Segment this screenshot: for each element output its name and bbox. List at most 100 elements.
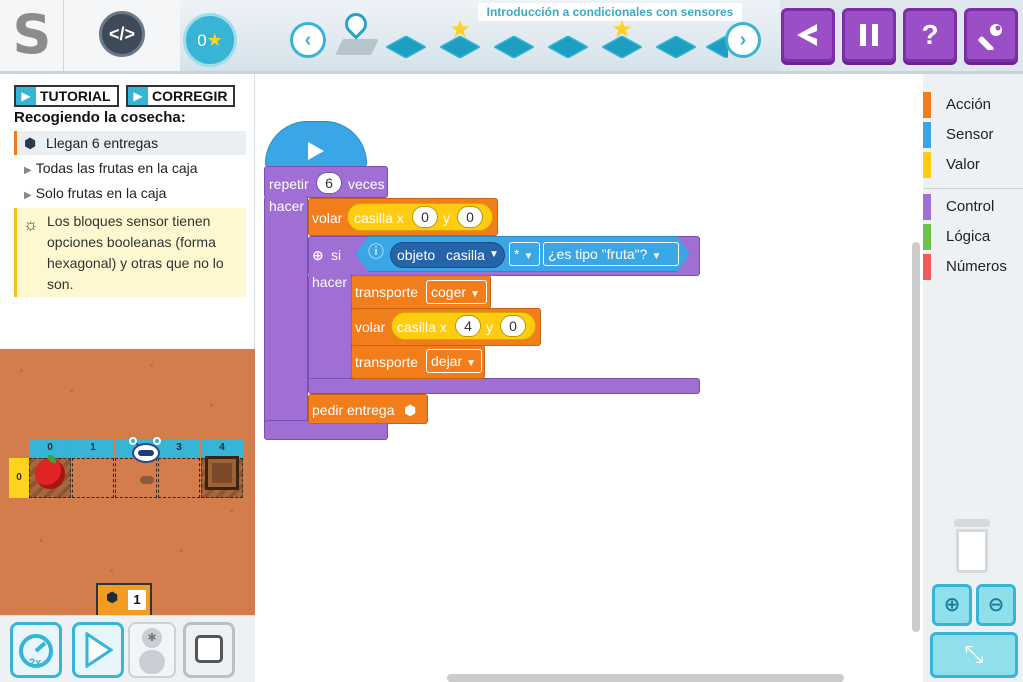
sensor-cell-label: casilla	[446, 247, 485, 263]
logo: S	[12, 3, 52, 66]
level-node-star[interactable]: ★	[600, 16, 644, 58]
repeat-label: repetir	[269, 176, 309, 192]
play-icon	[308, 142, 324, 160]
y-field[interactable]: 0	[500, 315, 526, 337]
transport-action-dropdown[interactable]: coger ▼	[426, 280, 487, 304]
repeat-count-field[interactable]: 6	[316, 172, 342, 194]
zoom-out-button[interactable]: ⊖	[976, 584, 1016, 626]
run-controls: 2x ✱	[0, 615, 255, 682]
repeat-suffix: veces	[348, 176, 385, 192]
category-logica[interactable]: Lógica	[923, 223, 990, 251]
sensor-object-label: objeto	[397, 247, 436, 263]
hint-box: ☼ Los bloques sensor tienen opciones boo…	[14, 208, 246, 297]
cell-label: casilla x	[354, 210, 404, 226]
delivery-box-icon: ⬢	[404, 402, 417, 418]
check-icon: ▶	[128, 87, 148, 105]
back-button[interactable]	[781, 8, 835, 62]
help-button[interactable]: ?	[903, 8, 957, 62]
tutorial-button[interactable]: ▶ TUTORIAL	[14, 85, 119, 107]
prev-level-button[interactable]: ‹	[290, 22, 326, 58]
pause-button[interactable]	[842, 8, 896, 62]
stars-count: 0	[197, 31, 207, 50]
vertical-scrollbar[interactable]	[912, 242, 920, 632]
view-code-button[interactable]: </>	[99, 11, 145, 57]
if-label: si	[331, 247, 342, 263]
goal-title: Recogiendo la cosecha:	[14, 109, 186, 126]
category-sensor[interactable]: Sensor	[923, 121, 994, 149]
play-icon	[85, 631, 114, 669]
fly-label: volar	[355, 319, 386, 335]
drone-robot-icon	[129, 437, 163, 469]
request-label: pedir entrega	[312, 402, 395, 418]
trash-icon[interactable]	[951, 519, 993, 575]
cell-label: casilla x	[397, 319, 447, 335]
category-accion[interactable]: Acción	[923, 91, 991, 119]
lightbulb-icon: ☼	[23, 215, 39, 234]
palette-divider	[923, 188, 1023, 189]
bug-icon: ✱	[142, 628, 162, 648]
delivery-box-icon: ⬢	[106, 589, 119, 605]
collapse-arrows-icon: ⤡	[964, 641, 984, 668]
type-dropdown[interactable]: ¿es tipo "fruta"? ▼	[543, 242, 679, 266]
zoom-out-icon: ⊖	[987, 594, 1005, 616]
star-icon: ★	[611, 16, 633, 43]
next-level-button[interactable]: ›	[725, 22, 761, 58]
level-node[interactable]	[654, 36, 698, 58]
horizontal-scrollbar[interactable]	[447, 674, 844, 682]
level-node[interactable]	[384, 36, 428, 58]
corregir-button[interactable]: ▶ CORREGIR	[126, 85, 236, 107]
repeat-block-arm	[264, 196, 308, 426]
x-field[interactable]: 4	[455, 315, 481, 337]
delivery-box-icon: ⬢	[24, 135, 37, 151]
level-node[interactable]	[546, 36, 590, 58]
zoom-in-button[interactable]: ⊕	[932, 584, 972, 626]
any-dropdown[interactable]: * ▼	[509, 242, 540, 266]
settings-button[interactable]	[964, 8, 1018, 62]
grid-cell	[158, 458, 200, 498]
tutorial-label: TUTORIAL	[40, 88, 111, 104]
do-label: hacer	[269, 198, 305, 214]
hint-text: Los bloques sensor tienen opciones boole…	[47, 213, 224, 292]
y-field[interactable]: 0	[457, 206, 483, 228]
zoom-in-icon: ⊕	[943, 594, 961, 616]
goal-item[interactable]: ⬢ Llegan 6 entregas	[14, 131, 246, 155]
speed-button[interactable]: 2x	[10, 622, 62, 678]
level-node[interactable]	[492, 36, 536, 58]
goal-item[interactable]: ▶ Todas las frutas en la caja	[14, 156, 246, 180]
pause-icon	[860, 24, 878, 46]
speed-label: 2x	[29, 657, 42, 669]
sensor-question-icon: ⓘ	[368, 244, 385, 261]
logo-area: S	[0, 0, 64, 71]
transport-label: transporte	[355, 354, 419, 370]
stars-counter: 0★	[183, 13, 237, 67]
x-field[interactable]: 0	[412, 206, 438, 228]
corregir-label: CORREGIR	[152, 88, 228, 104]
chevron-down-icon: ▼	[470, 289, 480, 300]
current-level-pin-icon[interactable]	[335, 8, 379, 59]
goal-item[interactable]: ▶ Solo frutas en la caja	[14, 181, 246, 205]
column-label: 4	[201, 439, 243, 457]
plus-icon[interactable]: ⊕	[312, 246, 324, 264]
crate-icon	[205, 456, 239, 490]
chevron-down-icon: ▼	[489, 249, 499, 260]
fit-view-button[interactable]: ⤡	[930, 632, 1018, 678]
play-icon: ▶	[16, 87, 36, 105]
transport-label: transporte	[355, 284, 419, 300]
category-valor[interactable]: Valor	[923, 151, 980, 179]
stop-button[interactable]	[183, 622, 235, 678]
stop-icon	[195, 635, 223, 663]
delivery-count: 1	[128, 590, 146, 610]
category-numeros[interactable]: Números	[923, 253, 1007, 281]
run-button[interactable]	[72, 622, 124, 678]
category-control[interactable]: Control	[923, 193, 994, 221]
chevron-down-icon: ▼	[466, 358, 477, 369]
column-label: 3	[158, 439, 200, 457]
level-node-star[interactable]: ★	[438, 16, 482, 58]
column-label: 1	[72, 439, 114, 457]
if-block-foot	[308, 378, 700, 394]
grid-cell	[72, 458, 114, 498]
y-label: y	[486, 319, 493, 335]
fly-label: volar	[312, 210, 343, 226]
transport-action-dropdown[interactable]: dejar ▼	[426, 349, 482, 373]
debug-toggle[interactable]: ✱	[128, 622, 176, 678]
